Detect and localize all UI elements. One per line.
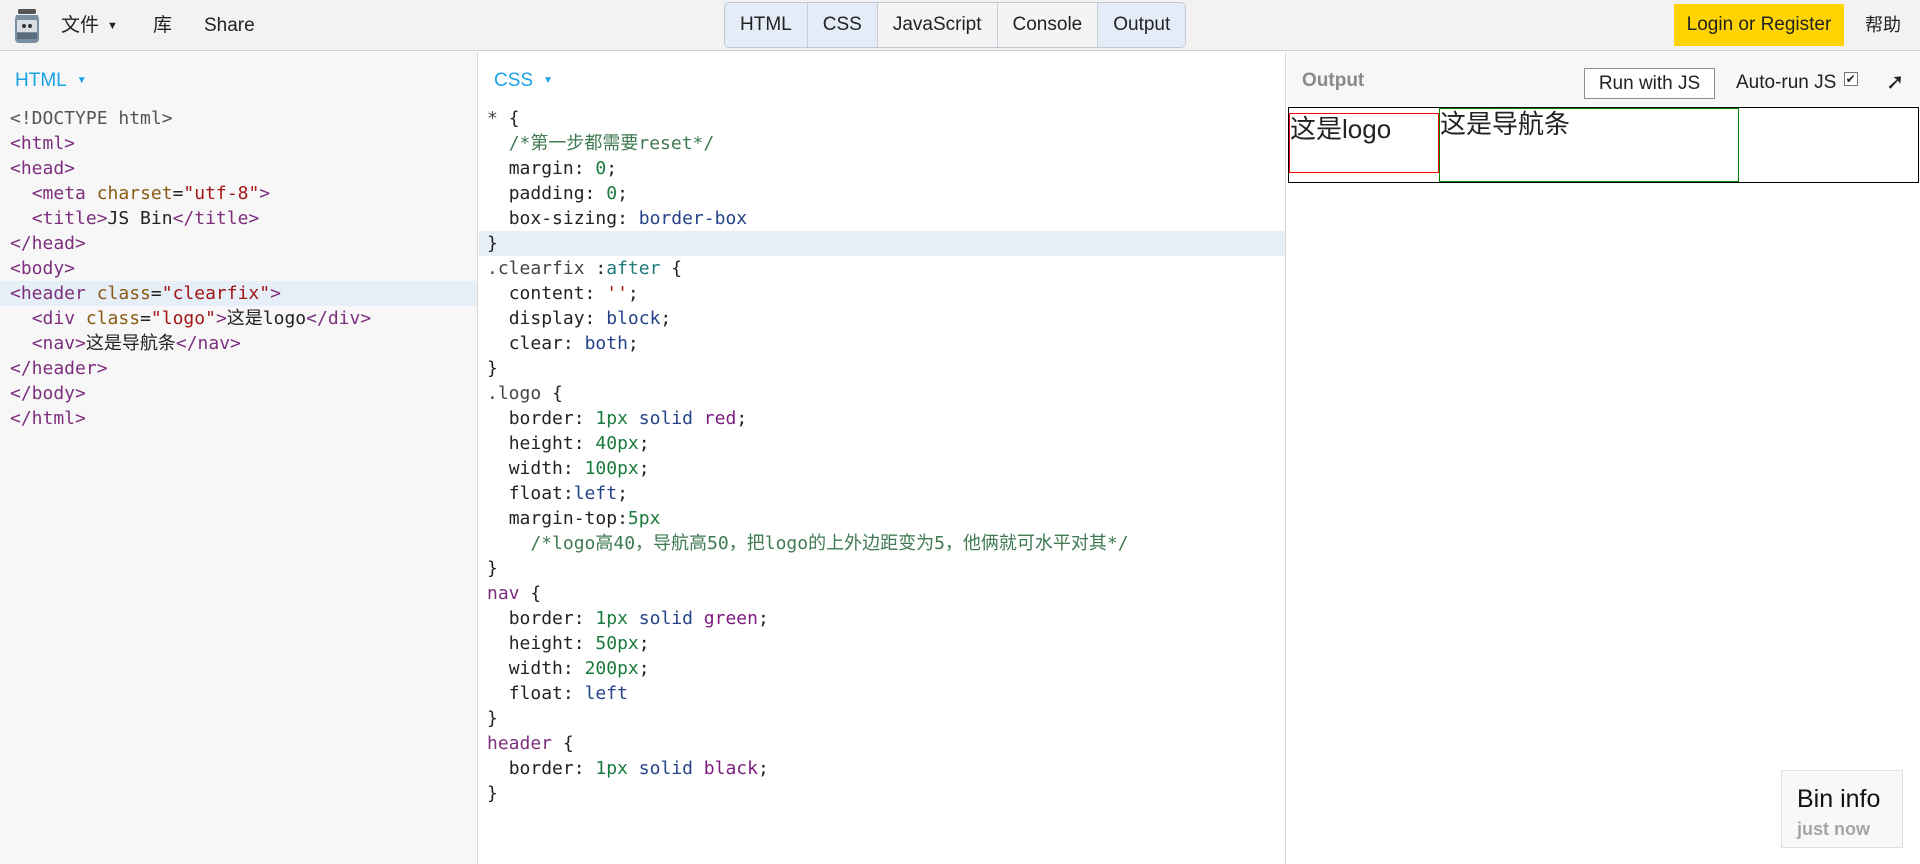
css-code-line: width: 200px; [508,658,650,679]
html-code-line: <!DOCTYPE html> [10,108,173,129]
css-code-line: .logo { [487,383,563,404]
html-panel-title: HTML [15,70,67,91]
html-panel: HTML ▼ <!DOCTYPE html> <html> <head> <meta … [0,52,478,864]
css-code-line: } [487,358,498,379]
autorun-js-toggle[interactable]: Auto-run JS ✔ [1736,72,1858,94]
html-code-line: </body> [10,383,86,404]
top-toolbar: 文件 ▼ 库 Share HTML CSS JavaScript Console … [0,0,1920,51]
tab-console[interactable]: Console [998,3,1099,47]
css-code-line: margin: 0; [508,158,618,179]
bin-info-time: just now [1797,819,1870,839]
menu-library[interactable]: 库 [153,0,172,51]
css-code-line: float: left [508,683,628,704]
html-panel-label[interactable]: HTML ▼ [15,70,87,92]
css-code-line: nav { [487,583,542,604]
css-code-line: content: ''; [508,283,639,304]
bin-info-card[interactable]: Bin info just now [1781,770,1903,848]
html-code-line: </head> [10,233,86,254]
panel-tabs: HTML CSS JavaScript Console Output [724,2,1187,48]
html-code-line: <body> [10,258,76,279]
css-code-line: box-sizing: border-box [508,208,748,229]
login-register-button[interactable]: Login or Register [1674,4,1844,46]
run-with-js-button[interactable]: Run with JS [1584,68,1715,99]
css-code-line: display: block; [508,308,672,329]
menu-file-label: 文件 [61,15,100,36]
output-frame: 这是logo 这是导航条 [1287,106,1920,864]
css-code-line: .clearfix :after { [487,258,683,279]
css-code-line: /*第一步都需要reset*/ [508,133,715,154]
caret-down-icon: ▼ [76,75,87,86]
caret-down-icon: ▼ [543,75,553,86]
demo-logo-box: 这是logo [1289,113,1439,173]
css-code-line: padding: 0; [508,183,628,204]
css-code-line: /*logo高40，导航高50，把logo的上外边距变为5，他俩就可水平对其*/ [530,533,1129,554]
demo-header-box: 这是logo 这是导航条 [1288,107,1919,183]
css-code-line: border: 1px solid green; [508,608,769,629]
tab-html[interactable]: HTML [725,3,808,47]
html-code-line: <div class="logo">这是logo</div> [31,308,372,329]
jsbin-logo-icon[interactable] [13,8,41,44]
css-code-line: header { [487,733,574,754]
demo-nav-box: 这是导航条 [1439,108,1739,182]
tab-css[interactable]: CSS [807,3,878,47]
html-code-line: <meta charset="utf-8"> [31,183,271,204]
css-code-line: border: 1px solid red; [508,408,748,429]
menu-file[interactable]: 文件 ▼ [61,0,118,51]
html-code-editor[interactable]: <!DOCTYPE html> <html> <head> <meta charse… [0,106,477,431]
tab-javascript[interactable]: JavaScript [878,3,998,47]
css-code-line: height: 50px; [508,633,650,654]
help-menu[interactable]: 帮助 [1865,0,1901,51]
autorun-checkbox[interactable]: ✔ [1843,72,1858,86]
popout-arrow-icon[interactable]: ➚ [1886,69,1904,95]
html-code-line: <head> [10,158,76,179]
output-panel-label: Output [1302,70,1365,91]
caret-down-icon: ▼ [107,20,118,32]
css-code-line: } [487,558,498,579]
css-code-line: } [479,231,1285,256]
html-code-line: <nav>这是导航条</nav> [31,333,241,354]
menu-share[interactable]: Share [204,0,255,51]
html-code-line: <header class="clearfix"> [0,281,477,306]
css-panel-label[interactable]: CSS ▼ [494,70,553,92]
css-code-editor[interactable]: * { /*第一步都需要reset*/ margin: 0; padding: … [479,106,1285,806]
tab-output[interactable]: Output [1098,3,1186,47]
css-code-line: width: 100px; [508,458,650,479]
output-panel: Output Run with JS Auto-run JS ✔ ➚ 这是log… [1287,52,1920,864]
bin-info-title: Bin info [1797,785,1881,813]
css-code-line: } [487,708,498,729]
css-panel-title: CSS [494,70,534,91]
html-code-line: <html> [10,133,76,154]
jsbin-app: 文件 ▼ 库 Share HTML CSS JavaScript Console … [0,0,1920,864]
css-code-line: float:left; [508,483,628,504]
css-code-line: height: 40px; [508,433,650,454]
html-code-line: </html> [10,408,86,429]
css-code-line: margin-top:5px [508,508,661,529]
css-code-line: border: 1px solid black; [508,758,769,779]
css-code-line: } [487,783,498,804]
html-code-line: <title>JS Bin</title> [31,208,260,229]
autorun-js-label: Auto-run JS [1736,72,1837,93]
html-code-line: </header> [10,358,108,379]
css-code-line: clear: both; [508,333,639,354]
css-panel: CSS ▼ * { /*第一步都需要reset*/ margin: 0; padd… [479,52,1286,864]
css-code-line: * { [487,108,520,129]
